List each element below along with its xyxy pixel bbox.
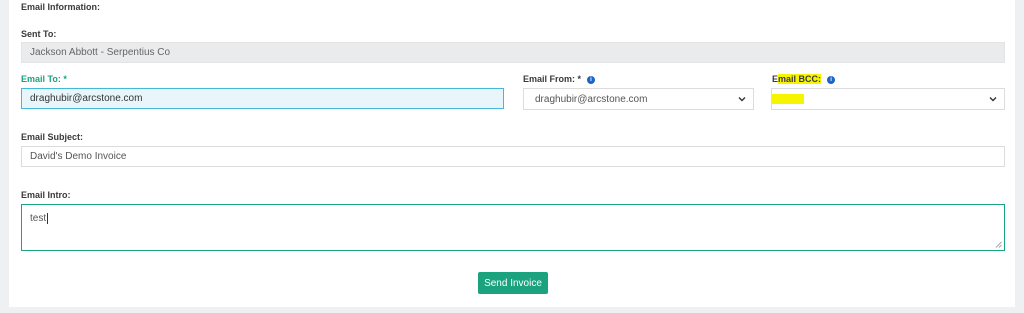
- email-bcc-select[interactable]: [771, 88, 1005, 110]
- email-to-value: draghubir@arcstone.com: [30, 93, 143, 104]
- email-subject-input[interactable]: David's Demo Invoice: [21, 146, 1005, 167]
- sent-to-value: Jackson Abbott - Serpentius Co: [30, 47, 171, 58]
- email-from-label: Email From: * i: [523, 74, 596, 84]
- email-subject-value: David's Demo Invoice: [30, 151, 127, 162]
- sent-to-field: Jackson Abbott - Serpentius Co: [21, 42, 1005, 63]
- highlight-mark: [772, 94, 804, 104]
- email-from-selected: draghubir@arcstone.com: [535, 93, 648, 105]
- section-title: Email Information:: [21, 2, 101, 12]
- chevron-down-icon: [989, 97, 997, 102]
- email-from-select[interactable]: draghubir@arcstone.com: [523, 88, 754, 110]
- chevron-down-icon: [738, 97, 746, 102]
- info-icon[interactable]: i: [827, 75, 836, 84]
- resize-grip-icon[interactable]: [995, 241, 1002, 248]
- email-to-label: Email To: *: [21, 74, 67, 84]
- send-invoice-button[interactable]: Send Invoice: [478, 272, 548, 294]
- email-to-input[interactable]: draghubir@arcstone.com: [21, 88, 504, 109]
- email-intro-label: Email Intro:: [21, 190, 71, 200]
- text-cursor: [47, 213, 49, 224]
- email-from-label-text: Email From: *: [523, 74, 582, 84]
- email-bcc-label-highlight: mail BCC:: [778, 74, 822, 84]
- email-intro-value: test: [30, 213, 47, 224]
- email-subject-label: Email Subject:: [21, 132, 84, 142]
- email-bcc-label: Email BCC: i: [772, 74, 836, 84]
- email-intro-textarea[interactable]: test: [21, 204, 1005, 251]
- sent-to-label: Sent To:: [21, 29, 57, 39]
- info-icon[interactable]: i: [587, 75, 596, 84]
